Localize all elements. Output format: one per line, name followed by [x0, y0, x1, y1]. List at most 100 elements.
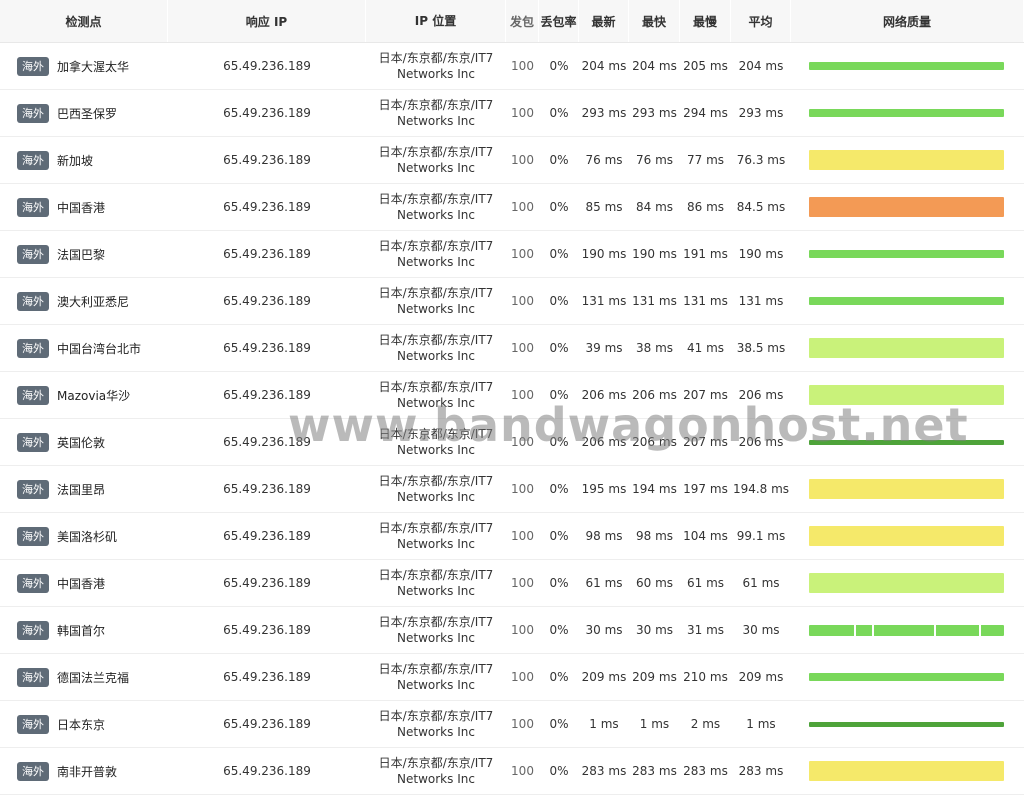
column-header-node[interactable]: 检测点: [0, 0, 168, 42]
node-name: 中国台湾台北市: [57, 341, 142, 356]
packet-loss: 0%: [549, 576, 569, 590]
table-row[interactable]: 海外 日本东京 65.49.236.189 日本/东京都/东京/IT7 Networks…: [0, 701, 1024, 748]
packets-sent: 100: [511, 341, 534, 355]
ip-location-line2: Networks Inc: [397, 208, 475, 222]
node-name: 美国洛杉矶: [57, 529, 118, 544]
quality-cell: [791, 419, 1024, 465]
ip-location-line2: Networks Inc: [397, 725, 475, 739]
node-cell: 海外 法国巴黎: [0, 231, 168, 277]
table-row[interactable]: 海外 巴西圣保罗 65.49.236.189 日本/东京都/东京/IT7 Network…: [0, 90, 1024, 137]
column-header-quality[interactable]: 网络质量: [791, 0, 1024, 42]
ip-location: 日本/东京都/东京/IT7 Networks Inc: [366, 419, 506, 465]
column-header-loss[interactable]: 丢包率: [539, 0, 579, 42]
ip-location-line2: Networks Inc: [397, 161, 475, 175]
quality-bar: [809, 721, 1004, 727]
table-row[interactable]: 海外 法国巴黎 65.49.236.189 日本/东京都/东京/IT7 Networks…: [0, 231, 1024, 278]
region-badge: 海外: [17, 338, 49, 358]
latency-fastest: 283 ms: [632, 764, 677, 778]
region-badge: 海外: [17, 714, 49, 734]
column-header-sent[interactable]: 发包: [506, 0, 539, 42]
quality-cell: [791, 466, 1024, 512]
quality-bar: [809, 673, 1004, 681]
node-name: 澳大利亚悉尼: [57, 294, 130, 309]
table-row[interactable]: 海外 澳大利亚悉尼 65.49.236.189 日本/东京都/东京/IT7 Networ…: [0, 278, 1024, 325]
table-row[interactable]: 海外 南非开普敦 65.49.236.189 日本/东京都/东京/IT7 Network…: [0, 748, 1024, 795]
node-cell: 海外 德国法兰克福: [0, 654, 168, 700]
ip-location-line1: 日本/东京都/东京/IT7: [378, 568, 494, 582]
quality-cell: [791, 278, 1024, 324]
quality-bar: [809, 385, 1004, 405]
table-row[interactable]: 海外 新加坡 65.49.236.189 日本/东京都/东京/IT7 Networks …: [0, 137, 1024, 184]
ip-location: 日本/东京都/东京/IT7 Networks Inc: [366, 748, 506, 794]
table-row[interactable]: 海外 中国台湾台北市 65.49.236.189 日本/东京都/东京/IT7 Netwo…: [0, 325, 1024, 372]
quality-cell: [791, 372, 1024, 418]
latency-latest: 206 ms: [581, 388, 627, 402]
latency-slowest: 131 ms: [683, 294, 728, 308]
table-row[interactable]: 海外 加拿大渥太华 65.49.236.189 日本/东京都/东京/IT7 Networ…: [0, 43, 1024, 90]
quality-bar: [809, 150, 1004, 170]
node-name: 中国香港: [57, 576, 106, 591]
packets-sent: 100: [511, 294, 534, 308]
ip-location: 日本/东京都/东京/IT7 Networks Inc: [366, 184, 506, 230]
column-header-average[interactable]: 平均: [731, 0, 791, 42]
node-cell: 海外 南非开普敦: [0, 748, 168, 794]
response-ip: 65.49.236.189: [223, 200, 311, 214]
column-header-latest[interactable]: 最新: [579, 0, 629, 42]
latency-fastest: 194 ms: [632, 482, 677, 496]
latency-fastest: 76 ms: [635, 153, 674, 167]
column-header-ip[interactable]: 响应 IP: [168, 0, 366, 42]
table-row[interactable]: 海外 中国香港 65.49.236.189 日本/东京都/东京/IT7 Networks…: [0, 184, 1024, 231]
packet-loss: 0%: [549, 482, 569, 496]
column-header-slowest[interactable]: 最慢: [680, 0, 731, 42]
response-ip: 65.49.236.189: [223, 294, 311, 308]
ip-location-line1: 日本/东京都/东京/IT7: [378, 756, 494, 770]
packets-sent: 100: [511, 106, 534, 120]
response-ip: 65.49.236.189: [223, 341, 311, 355]
ip-location-line2: Networks Inc: [397, 255, 475, 269]
ip-location-line1: 日本/东京都/东京/IT7: [378, 427, 494, 441]
response-ip: 65.49.236.189: [223, 717, 311, 731]
node-cell: 海外 法国里昂: [0, 466, 168, 512]
latency-fastest: 293 ms: [632, 106, 677, 120]
node-cell: 海外 美国洛杉矶: [0, 513, 168, 559]
latency-latest: 61 ms: [585, 576, 623, 590]
ip-location-line1: 日本/东京都/东京/IT7: [378, 662, 494, 676]
quality-cell: [791, 184, 1024, 230]
latency-fastest: 30 ms: [635, 623, 674, 637]
quality-cell: [791, 231, 1024, 277]
latency-average: 38.5 ms: [736, 341, 786, 355]
column-header-location[interactable]: IP 位置: [366, 0, 506, 42]
latency-slowest: 2 ms: [690, 717, 721, 731]
table-row[interactable]: 海外 英国伦敦 65.49.236.189 日本/东京都/东京/IT7 Networks…: [0, 419, 1024, 466]
latency-slowest: 31 ms: [686, 623, 725, 637]
node-cell: 海外 中国香港: [0, 184, 168, 230]
packets-sent: 100: [511, 153, 534, 167]
latency-latest: 190 ms: [581, 247, 627, 261]
latency-slowest: 283 ms: [683, 764, 728, 778]
table-row[interactable]: 海外 美国洛杉矶 65.49.236.189 日本/东京都/东京/IT7 Network…: [0, 513, 1024, 560]
latency-average: 206 ms: [738, 435, 784, 449]
table-row[interactable]: 海外 法国里昂 65.49.236.189 日本/东京都/东京/IT7 Networks…: [0, 466, 1024, 513]
node-cell: 海外 巴西圣保罗: [0, 90, 168, 136]
latency-fastest: 84 ms: [635, 200, 674, 214]
node-name: 英国伦敦: [57, 435, 106, 450]
table-row[interactable]: 海外 德国法兰克福 65.49.236.189 日本/东京都/东京/IT7 Networ…: [0, 654, 1024, 701]
table-row[interactable]: 海外 韩国首尔 65.49.236.189 日本/东京都/东京/IT7 Networks…: [0, 607, 1024, 654]
latency-slowest: 104 ms: [683, 529, 728, 543]
table-row[interactable]: 海外 Mazovia华沙 65.49.236.189 日本/东京都/东京/IT7 Net…: [0, 372, 1024, 419]
latency-average: 99.1 ms: [736, 529, 786, 543]
latency-slowest: 86 ms: [686, 200, 725, 214]
latency-latest: 131 ms: [581, 294, 627, 308]
latency-average: 283 ms: [738, 764, 784, 778]
ip-location: 日本/东京都/东京/IT7 Networks Inc: [366, 231, 506, 277]
latency-latest: 39 ms: [585, 341, 623, 355]
latency-fastest: 206 ms: [632, 435, 677, 449]
latency-latest: 209 ms: [581, 670, 627, 684]
table-row[interactable]: 海外 中国香港 65.49.236.189 日本/东京都/东京/IT7 Networks…: [0, 560, 1024, 607]
column-header-fastest[interactable]: 最快: [629, 0, 680, 42]
latency-fastest: 131 ms: [632, 294, 677, 308]
ip-location-line2: Networks Inc: [397, 302, 475, 316]
region-badge: 海外: [17, 244, 49, 264]
node-name: 南非开普敦: [57, 764, 118, 779]
latency-average: 84.5 ms: [736, 200, 786, 214]
